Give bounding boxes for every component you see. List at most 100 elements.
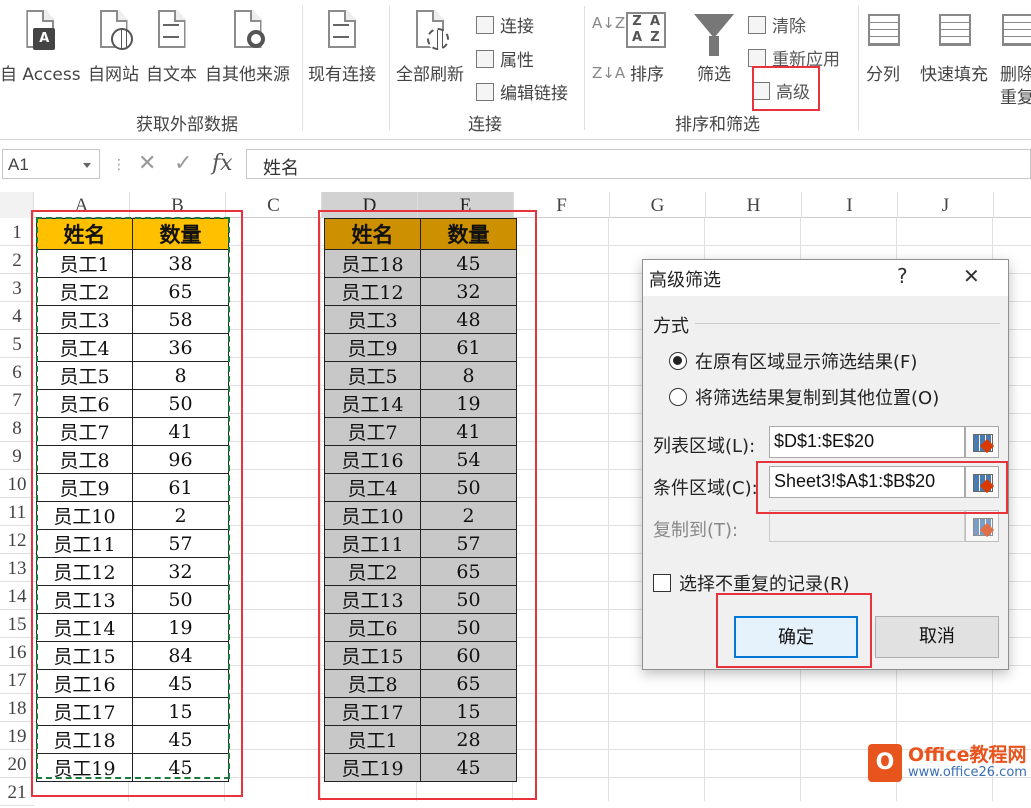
advanced-filter-button[interactable]: 高级 (752, 78, 810, 103)
cell-name[interactable]: 员工15 (36, 641, 133, 670)
column-header-h[interactable]: H (706, 192, 802, 218)
cell-name[interactable]: 员工4 (36, 333, 133, 362)
cell-qty[interactable]: 45 (132, 725, 229, 754)
list-range-input[interactable]: $D$1:$E$20 (769, 426, 965, 458)
cell-name[interactable]: 员工2 (324, 557, 421, 586)
row-header[interactable]: 6 (0, 358, 34, 386)
column-header-g[interactable]: G (610, 192, 706, 218)
refresh-all-button[interactable]: 全部刷新 (396, 0, 464, 85)
row-header[interactable]: 13 (0, 554, 34, 582)
cell-qty[interactable]: 36 (132, 333, 229, 362)
cell-qty[interactable]: 50 (132, 389, 229, 418)
cell-qty[interactable]: 50 (420, 473, 517, 502)
cell-qty[interactable]: 15 (420, 697, 517, 726)
connections-button[interactable]: 连接 (476, 12, 534, 37)
row-header[interactable]: 10 (0, 470, 34, 498)
from-access-button[interactable]: A 自 Access (0, 0, 81, 85)
cell-qty[interactable]: 15 (132, 697, 229, 726)
cell-name[interactable]: 员工19 (36, 753, 133, 782)
clear-filter-button[interactable]: 清除 (748, 12, 806, 37)
column-header-f[interactable]: F (514, 192, 610, 218)
cell-name[interactable]: 员工14 (324, 389, 421, 418)
cell-name[interactable]: 员工8 (324, 669, 421, 698)
ok-button[interactable]: 确定 (734, 616, 858, 658)
row-header[interactable]: 14 (0, 582, 34, 610)
row-header[interactable]: 3 (0, 274, 34, 302)
existing-connections-button[interactable]: 现有连接 (308, 0, 376, 85)
row-header[interactable]: 12 (0, 526, 34, 554)
cell-qty[interactable]: 50 (420, 585, 517, 614)
filter-button[interactable]: 筛选 (694, 0, 734, 85)
cell-qty[interactable]: 2 (420, 501, 517, 530)
cell-qty[interactable]: 61 (420, 333, 517, 362)
flash-fill-button[interactable]: 快速填充 (920, 0, 988, 85)
cell-name[interactable]: 员工5 (36, 361, 133, 390)
from-text-button[interactable]: 自文本 (146, 0, 197, 85)
radio-copy-to-location[interactable]: 将筛选结果复制到其他位置(O) (669, 384, 939, 410)
cell-name[interactable]: 员工6 (324, 613, 421, 642)
cell-name[interactable]: 员工10 (36, 501, 133, 530)
confirm-entry-icon[interactable]: ✓ (174, 151, 192, 176)
properties-button[interactable]: 属性 (476, 46, 534, 71)
column-header-j[interactable]: J (898, 192, 994, 218)
list-range-picker-icon[interactable] (965, 426, 999, 458)
cell-name[interactable]: 员工16 (324, 445, 421, 474)
cell-name[interactable]: 员工6 (36, 389, 133, 418)
row-header[interactable]: 11 (0, 498, 34, 526)
cell-qty[interactable]: 8 (420, 361, 517, 390)
cell-name[interactable]: 员工18 (324, 249, 421, 278)
cell-name[interactable]: 员工11 (324, 529, 421, 558)
cell-name[interactable]: 员工7 (36, 417, 133, 446)
cell-qty[interactable]: 60 (420, 641, 517, 670)
row-header[interactable]: 18 (0, 694, 34, 722)
sort-asc-button[interactable]: A↓Z (592, 14, 625, 32)
cell-name[interactable]: 员工5 (324, 361, 421, 390)
formula-input[interactable]: 姓名 (246, 149, 1031, 179)
column-header-c[interactable]: C (226, 192, 322, 218)
cell-qty[interactable]: 58 (132, 305, 229, 334)
header-cell-qty[interactable]: 数量 (420, 218, 517, 250)
cell-qty[interactable]: 32 (132, 557, 229, 586)
criteria-range-input[interactable]: Sheet3!$A$1:$B$20 (769, 466, 965, 498)
cell-name[interactable]: 员工12 (36, 557, 133, 586)
row-header[interactable]: 19 (0, 722, 34, 750)
row-header[interactable]: 2 (0, 246, 34, 274)
row-header[interactable]: 9 (0, 442, 34, 470)
edit-links-button[interactable]: 编辑链接 (476, 79, 568, 104)
cell-qty[interactable]: 28 (420, 725, 517, 754)
text-to-columns-button[interactable]: 分列 (866, 0, 900, 85)
cell-name[interactable]: 员工10 (324, 501, 421, 530)
cell-qty[interactable]: 2 (132, 501, 229, 530)
cell-qty[interactable]: 65 (420, 669, 517, 698)
header-cell-qty[interactable]: 数量 (132, 218, 229, 250)
cell-qty[interactable]: 41 (132, 417, 229, 446)
help-button[interactable]: ? (897, 264, 908, 288)
column-header-i[interactable]: I (802, 192, 898, 218)
column-header-a[interactable]: A (34, 192, 130, 218)
cell-name[interactable]: 员工8 (36, 445, 133, 474)
from-web-button[interactable]: 自网站 (88, 0, 139, 85)
cell-name[interactable]: 员工17 (36, 697, 133, 726)
cell-qty[interactable]: 50 (132, 585, 229, 614)
from-other-sources-button[interactable]: 自其他来源 (205, 0, 290, 85)
cell-name[interactable]: 员工4 (324, 473, 421, 502)
cell-name[interactable]: 员工12 (324, 277, 421, 306)
row-header[interactable]: 4 (0, 302, 34, 330)
cell-qty[interactable]: 48 (420, 305, 517, 334)
cell-name[interactable]: 员工18 (36, 725, 133, 754)
cell-name[interactable]: 员工3 (36, 305, 133, 334)
column-header-e[interactable]: E (418, 192, 514, 218)
cell-qty[interactable]: 61 (132, 473, 229, 502)
row-header[interactable]: 8 (0, 414, 34, 442)
remove-duplicates-button[interactable]: 删除 重复 (1000, 0, 1031, 108)
column-header-d[interactable]: D (322, 192, 418, 218)
cell-name[interactable]: 员工1 (36, 249, 133, 278)
cell-name[interactable]: 员工17 (324, 697, 421, 726)
cancel-entry-icon[interactable]: ✕ (138, 151, 156, 176)
cell-name[interactable]: 员工13 (324, 585, 421, 614)
cell-name[interactable]: 员工9 (324, 333, 421, 362)
cell-qty[interactable]: 54 (420, 445, 517, 474)
cell-qty[interactable]: 41 (420, 417, 517, 446)
insert-function-icon[interactable]: fx (212, 151, 233, 176)
sort-button[interactable]: ZAAZ 排序 (624, 0, 670, 85)
